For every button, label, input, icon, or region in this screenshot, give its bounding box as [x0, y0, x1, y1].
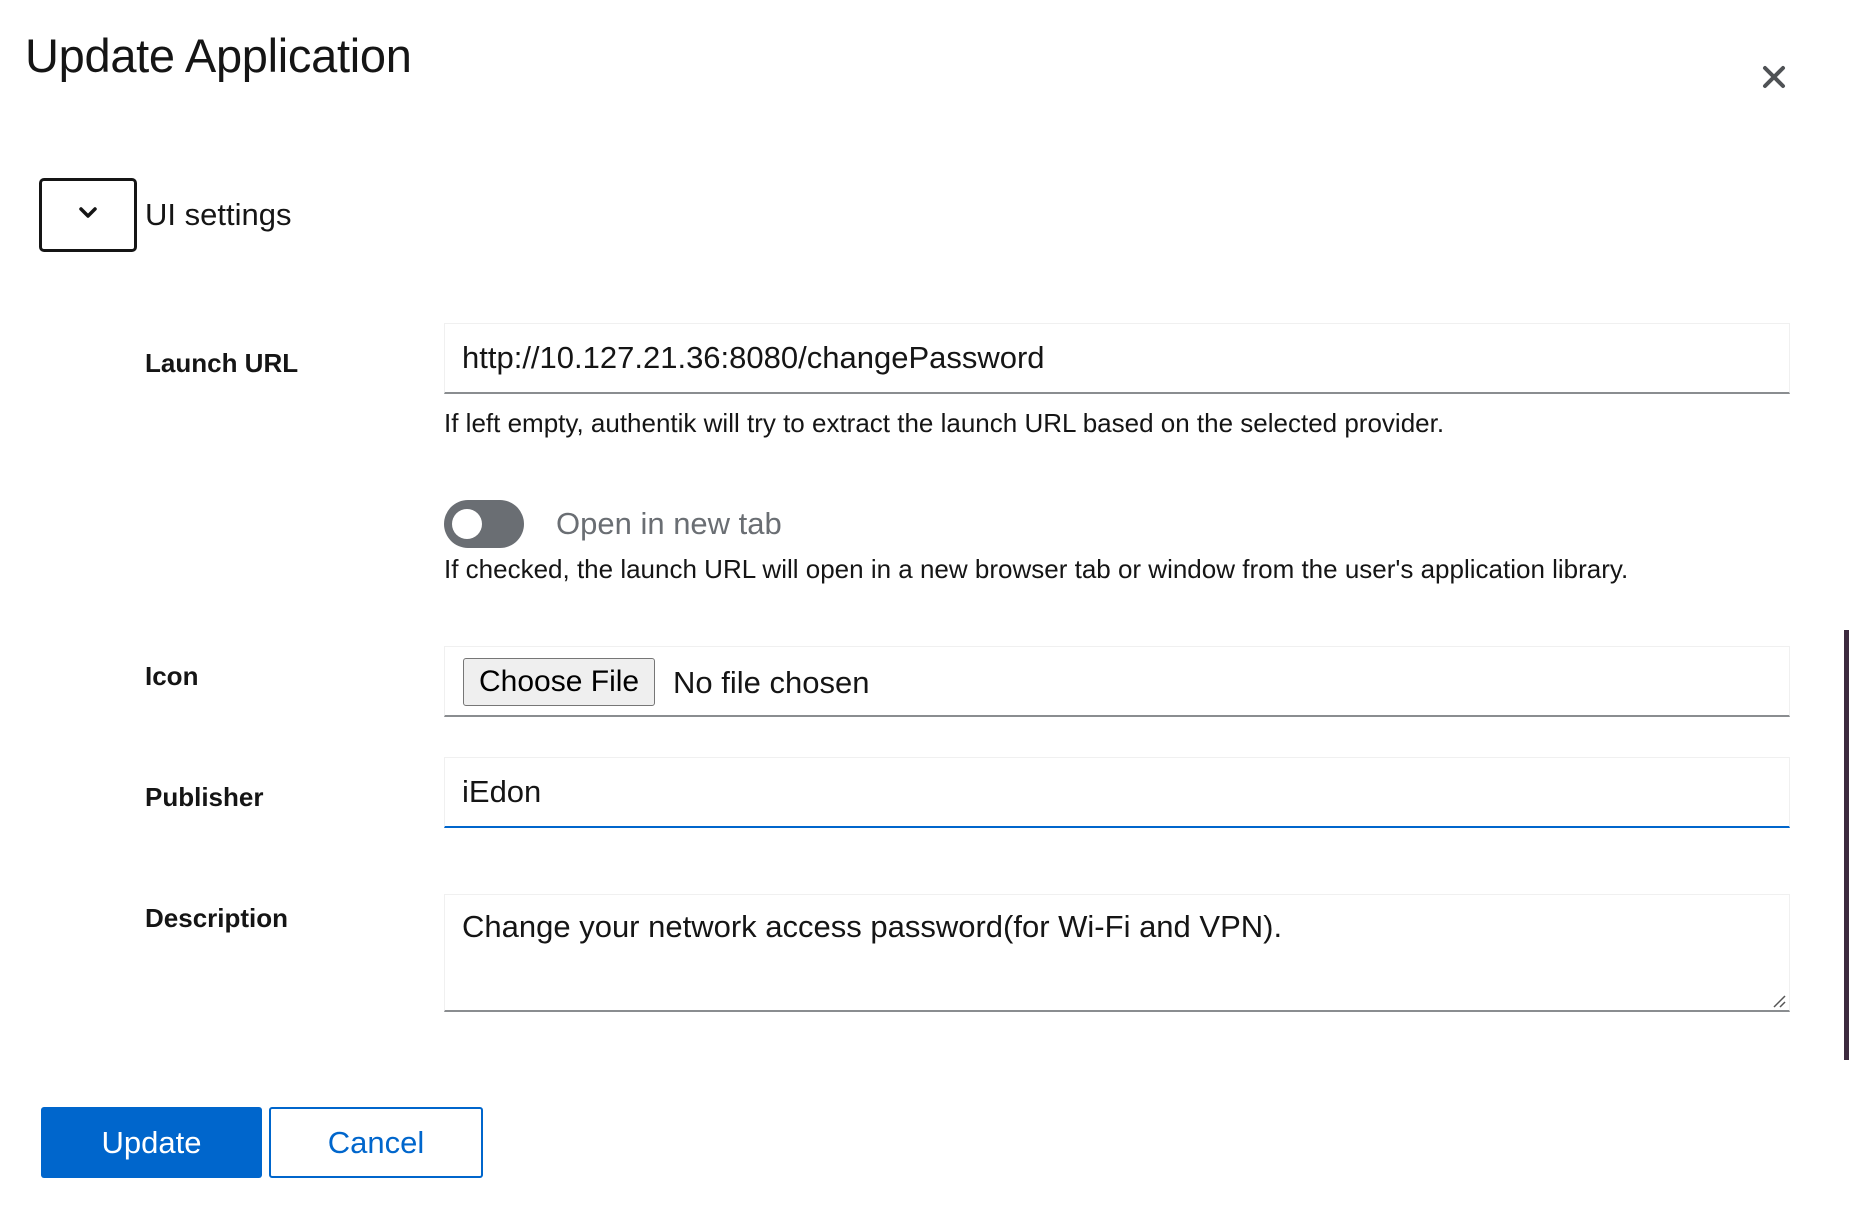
description-label: Description — [145, 903, 289, 933]
update-application-dialog: Update Application UI settings Launch UR… — [0, 0, 1849, 1225]
open-in-new-tab-switch[interactable] — [444, 500, 524, 548]
update-button[interactable]: Update — [41, 1107, 262, 1178]
choose-file-button[interactable]: Choose File — [463, 658, 656, 706]
scrollbar[interactable] — [1844, 630, 1849, 1060]
launch-url-input[interactable] — [444, 323, 1790, 394]
resize-grip-icon[interactable] — [1770, 992, 1786, 1008]
launch-url-label: Launch URL — [145, 348, 299, 378]
close-button[interactable] — [1752, 56, 1796, 100]
icon-label: Icon — [145, 661, 199, 691]
cancel-button[interactable]: Cancel — [269, 1107, 483, 1178]
icon-file-input: Choose File No file chosen — [444, 646, 1790, 717]
description-textarea[interactable]: Change your network access password(for … — [444, 894, 1790, 1012]
ui-settings-toggle-button[interactable] — [39, 178, 137, 252]
switch-knob — [452, 509, 482, 539]
publisher-input[interactable] — [444, 757, 1790, 828]
section-title: UI settings — [145, 197, 292, 232]
close-icon — [1762, 65, 1786, 92]
open-in-new-tab-helper: If checked, the launch URL will open in … — [444, 554, 1629, 584]
launch-url-helper: If left empty, authentik will try to ext… — [444, 408, 1445, 438]
file-status: No file chosen — [673, 665, 870, 700]
dialog-title: Update Application — [25, 29, 412, 82]
publisher-label: Publisher — [145, 782, 264, 812]
open-in-new-tab-label: Open in new tab — [556, 506, 782, 541]
chevron-down-icon — [78, 206, 98, 225]
